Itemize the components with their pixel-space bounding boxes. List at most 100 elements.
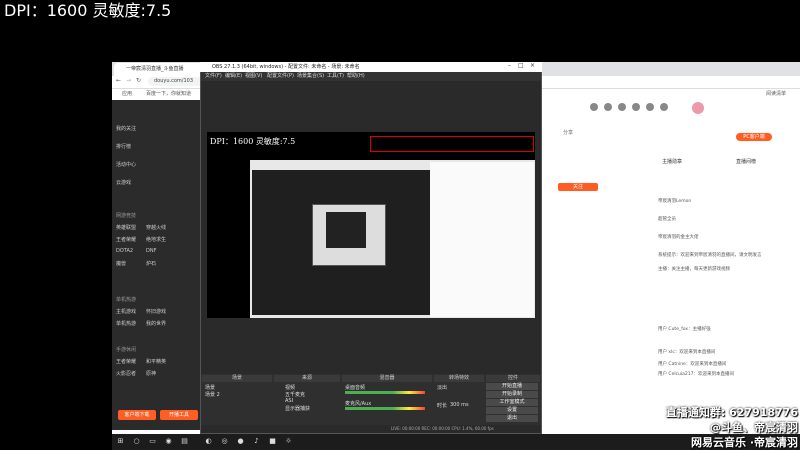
category-item[interactable]: 和平精英: [146, 358, 166, 365]
bookmark-baidu[interactable]: 百度一下，你就知道: [146, 89, 191, 99]
studio-mode-button[interactable]: 工作室模式: [486, 399, 538, 406]
edge-icon[interactable]: ◐: [204, 437, 213, 446]
sidebar-item-cloud[interactable]: 云游戏: [116, 179, 131, 186]
ranking-item: 超管全员: [658, 217, 676, 222]
menu-profile[interactable]: 配置文件(P): [267, 72, 294, 81]
category-item[interactable]: 王者荣耀: [116, 358, 136, 365]
source-item[interactable]: 显示器捕获: [285, 405, 310, 412]
steam-icon[interactable]: ◉: [164, 437, 173, 446]
source-item[interactable]: ASI: [285, 398, 293, 404]
status-text: LIVE: 00:00:00 REC: 00:00:00 CPU: 1.4%, …: [391, 426, 494, 431]
start-streaming-button[interactable]: 开始直播: [486, 383, 538, 390]
duration-input[interactable]: 300 ms: [450, 402, 469, 408]
volume-meter: [345, 407, 425, 410]
weather-icon[interactable]: ☼: [284, 437, 293, 446]
source-item[interactable]: 五千麦克: [285, 391, 305, 398]
menu-help[interactable]: 帮助(H): [347, 72, 365, 81]
category-item[interactable]: 魔兽: [116, 260, 126, 267]
maximize-icon[interactable]: □: [518, 62, 524, 69]
menu-view[interactable]: 视图(V): [245, 72, 262, 81]
chat-message: 系统提示：欢迎来到帝宸清羽的直播间，请文明发言: [658, 253, 762, 258]
history-icon[interactable]: [618, 103, 626, 111]
search-icon[interactable]: ○: [132, 437, 141, 446]
pc-client-button[interactable]: PC客户端: [736, 133, 772, 141]
chat-message: 主播：关注主播，每天更新游戏视频: [658, 267, 730, 272]
category-item[interactable]: 我的世界: [146, 320, 166, 327]
share-button[interactable]: 分享: [563, 129, 573, 136]
app-icon[interactable]: ■: [268, 437, 277, 446]
tab-anchor-medal[interactable]: 主播勋章: [662, 158, 682, 165]
broadcast-tool-button[interactable]: 开播工具: [160, 410, 198, 420]
category-item[interactable]: 穿越火线: [146, 224, 166, 231]
forward-icon[interactable]: →: [126, 77, 131, 84]
volume-meter: [345, 391, 425, 394]
obs-menu-bar: 文件(F) 编辑(E) 视图(V) 配置文件(P) 场景集合(S) 工具(T) …: [201, 72, 541, 81]
preview-selection-box[interactable]: [370, 136, 534, 152]
browser-tab[interactable]: 一帝宸清羽直播_斗鱼直播: [114, 63, 204, 76]
scene-item[interactable]: 场景: [205, 384, 215, 391]
exit-button[interactable]: 退出: [486, 415, 538, 422]
task-icon[interactable]: [632, 103, 640, 111]
obs-icon[interactable]: ●: [236, 437, 245, 446]
chat-message: 用户 xlc：欢迎来到本直播间: [658, 350, 716, 355]
transitions-dock-header: 转场特效: [434, 375, 484, 382]
menu-scene-collection[interactable]: 场景集合(S): [297, 72, 324, 81]
category-item[interactable]: 主机游戏: [116, 308, 136, 315]
category-item[interactable]: 单机热游: [116, 320, 136, 327]
windows-icon[interactable]: ⊞: [116, 437, 125, 446]
close-icon[interactable]: ×: [530, 62, 535, 69]
avatar[interactable]: [692, 102, 704, 114]
category-item[interactable]: 英雄联盟: [116, 224, 136, 231]
settings-button[interactable]: 设置: [486, 407, 538, 414]
scenes-dock-header: 场景: [202, 375, 272, 382]
category-item[interactable]: 原神: [146, 370, 156, 377]
controls-dock-header: 控件: [486, 375, 540, 382]
category-item[interactable]: 绝地求生: [146, 236, 166, 243]
chat-message: 用户 Catnine：欢迎来到本直播间: [658, 362, 727, 367]
reload-icon[interactable]: ↻: [136, 77, 141, 84]
chrome-icon[interactable]: ◎: [220, 437, 229, 446]
menu-tools[interactable]: 工具(T): [327, 72, 344, 81]
folder-icon[interactable]: ▤: [180, 437, 189, 446]
netease-music-icon[interactable]: ♪: [252, 437, 261, 446]
category-item[interactable]: 火影忍者: [116, 370, 136, 377]
source-item[interactable]: 视频: [285, 384, 295, 391]
client-download-button[interactable]: 客户端下载: [118, 410, 156, 420]
sources-dock-header: 来源: [274, 375, 340, 382]
ranking-item: 帝宸清羽Lemon: [658, 199, 692, 204]
category-item[interactable]: 怀旧游戏: [146, 308, 166, 315]
mixer-channel: 麦克风/Aux: [345, 401, 372, 407]
start-recording-button[interactable]: 开始录制: [486, 391, 538, 398]
preview-nested-obs-deep: [326, 212, 366, 248]
transition-select[interactable]: 淡出: [437, 384, 447, 391]
url-input[interactable]: douyu.com/103: [148, 77, 204, 86]
tab-room-rank[interactable]: 直播间榜: [736, 158, 756, 165]
duration-label: 时长: [437, 403, 448, 409]
back-icon[interactable]: ←: [116, 77, 121, 84]
category-item[interactable]: DOTA2: [116, 248, 133, 254]
mixer-dock-header: 混音器: [342, 375, 432, 382]
obs-title-bar: OBS 27.1.3 (64bit, windows) - 配置文件: 未命名 …: [200, 62, 542, 72]
follow-icon[interactable]: [604, 103, 612, 111]
menu-edit[interactable]: 编辑(E): [225, 72, 242, 81]
chat-message: 用户 Cute_fox：主播好强: [658, 327, 711, 332]
welfare-icon[interactable]: [646, 103, 654, 111]
follow-button[interactable]: 关注: [558, 183, 598, 191]
scene-item[interactable]: 场景 2: [205, 391, 220, 398]
game-icon[interactable]: [660, 103, 668, 111]
menu-file[interactable]: 文件(F): [205, 72, 222, 81]
category-item[interactable]: DNF: [146, 248, 156, 254]
reading-list[interactable]: 阅读清单: [766, 89, 786, 99]
category-item[interactable]: 炉石: [146, 260, 156, 267]
sidebar-item-rank[interactable]: 排行榜: [116, 143, 131, 150]
message-icon[interactable]: [590, 103, 598, 111]
category-item[interactable]: 王者荣耀: [116, 236, 136, 243]
minimize-icon[interactable]: –: [508, 62, 511, 69]
task-view-icon[interactable]: ▭: [148, 437, 157, 446]
section-title: 网游竞技: [116, 213, 137, 219]
bookmark-apps[interactable]: 应用: [122, 89, 132, 99]
sidebar-item-follow[interactable]: 我的关注: [116, 125, 136, 132]
group-notice-watermark: 直播通知群: 627918776: [665, 406, 798, 419]
sidebar-item-activity[interactable]: 活动中心: [116, 161, 136, 168]
preview-nested-douyu: [430, 162, 534, 317]
